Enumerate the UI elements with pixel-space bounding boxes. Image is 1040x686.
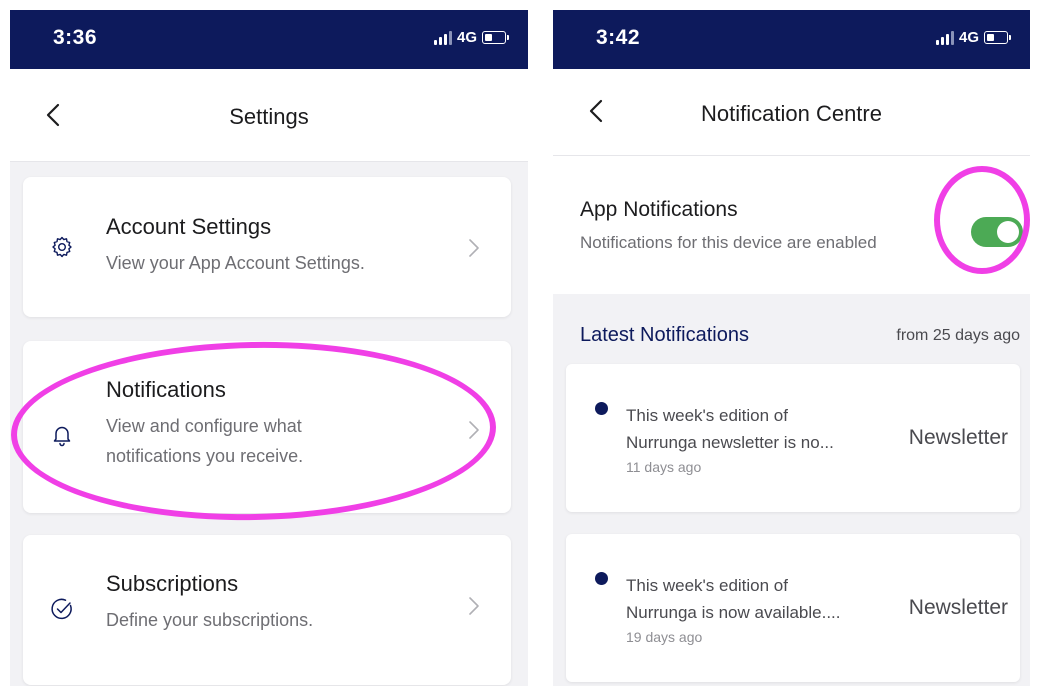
- chevron-right-icon: [469, 597, 479, 615]
- notification-centre-screen: 3:42 4G Notification Centre App Notifica…: [553, 10, 1030, 686]
- account-settings-description: View your App Account Settings.: [106, 248, 365, 278]
- toggle-knob: [997, 221, 1019, 243]
- notification-line: Nurrunga newsletter is no...: [626, 433, 834, 452]
- notifications-title: Notifications: [106, 377, 226, 402]
- unread-dot-icon: [595, 402, 608, 415]
- page-title: Notification Centre: [701, 101, 882, 126]
- notification-item[interactable]: This week's edition of Nurrunga is now a…: [566, 534, 1020, 682]
- description-line: View and configure what: [106, 416, 302, 436]
- notification-category: Newsletter: [908, 426, 1008, 449]
- status-indicators: 4G: [935, 29, 1011, 46]
- notification-line: Nurrunga is now available....: [626, 603, 841, 622]
- account-settings-title: Account Settings: [106, 214, 272, 239]
- notification-category: Newsletter: [908, 596, 1008, 619]
- network-label: 4G: [958, 29, 979, 46]
- description-line: View your App Account Settings.: [106, 253, 365, 273]
- description-line: Define your subscriptions.: [106, 610, 314, 630]
- description-line: notifications you receive.: [106, 446, 304, 466]
- unread-dot-icon: [595, 572, 608, 585]
- notifications-item[interactable]: Notifications View and configure what no…: [23, 341, 511, 513]
- notification-time: 19 days ago: [626, 629, 703, 645]
- battery-icon: [984, 31, 1011, 44]
- network-label: 4G: [456, 29, 477, 46]
- nav-bar: Settings: [10, 69, 528, 162]
- latest-notifications-range: from 25 days ago: [896, 327, 1020, 344]
- bell-icon: [53, 426, 71, 447]
- chevron-right-icon: [469, 421, 479, 439]
- notification-text: This week's edition of Nurrunga is now a…: [626, 572, 881, 626]
- notification-text: This week's edition of Nurrunga newslett…: [626, 402, 881, 456]
- notification-line: This week's edition of: [626, 406, 788, 425]
- subscriptions-description: Define your subscriptions.: [106, 605, 313, 635]
- signal-icon: [935, 30, 954, 45]
- nav-bar: Notification Centre: [553, 69, 1030, 156]
- app-notifications-toggle[interactable]: [971, 217, 1023, 247]
- notifications-description: View and configure what notifications yo…: [106, 411, 303, 471]
- notification-time: 11 days ago: [626, 459, 702, 475]
- settings-screen: 3:36 4G Settings Account Settings View y…: [10, 10, 528, 686]
- check-circle-icon: [51, 598, 72, 620]
- notification-item[interactable]: This week's edition of Nurrunga newslett…: [566, 364, 1020, 512]
- app-notifications-panel: App Notifications Notifications for this…: [553, 156, 1030, 294]
- status-bar: 3:42 4G: [553, 10, 1030, 69]
- app-notifications-title: App Notifications: [580, 198, 738, 221]
- chevron-right-icon: [469, 239, 479, 257]
- status-bar: 3:36 4G: [10, 10, 528, 69]
- battery-icon: [482, 31, 509, 44]
- notification-line: This week's edition of: [626, 576, 788, 595]
- status-time: 3:36: [53, 26, 98, 49]
- app-notifications-description: Notifications for this device are enable…: [580, 233, 877, 252]
- account-settings-item[interactable]: Account Settings View your App Account S…: [23, 177, 511, 317]
- status-time: 3:42: [596, 26, 641, 49]
- gear-icon: [52, 236, 72, 258]
- latest-notifications-title: Latest Notifications: [580, 324, 749, 346]
- subscriptions-title: Subscriptions: [106, 571, 239, 596]
- page-title: Settings: [229, 104, 309, 129]
- signal-icon: [433, 30, 452, 45]
- status-indicators: 4G: [433, 29, 509, 46]
- subscriptions-item[interactable]: Subscriptions Define your subscriptions.: [23, 535, 511, 685]
